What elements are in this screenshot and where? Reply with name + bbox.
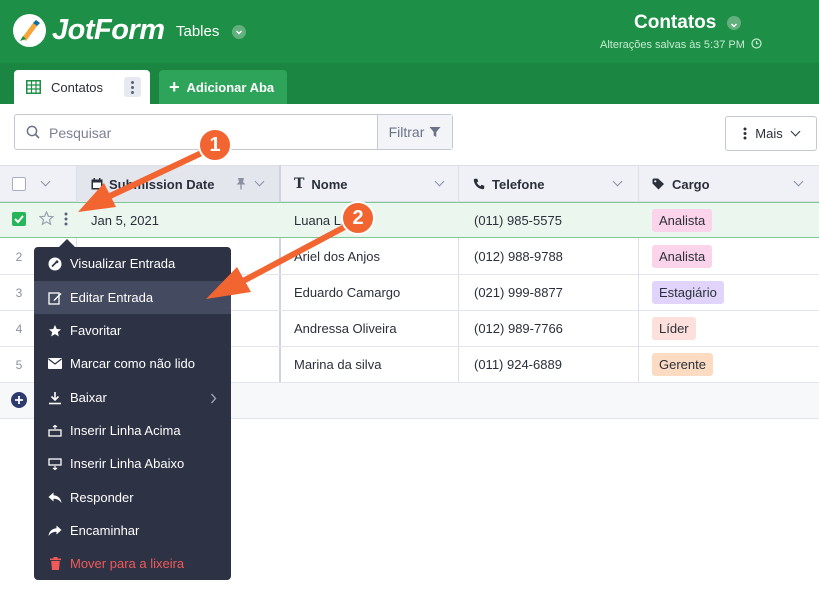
- annotation-arrow-1: [107, 146, 213, 199]
- annotation-arrowhead-2: [206, 267, 251, 299]
- annotation-step-1: 1: [198, 128, 232, 162]
- annotation-arrow-2: [242, 219, 357, 283]
- annotation-step-2: 2: [341, 201, 375, 235]
- annotation-arrows: [78, 146, 357, 299]
- annotation-arrowhead-1: [78, 183, 116, 212]
